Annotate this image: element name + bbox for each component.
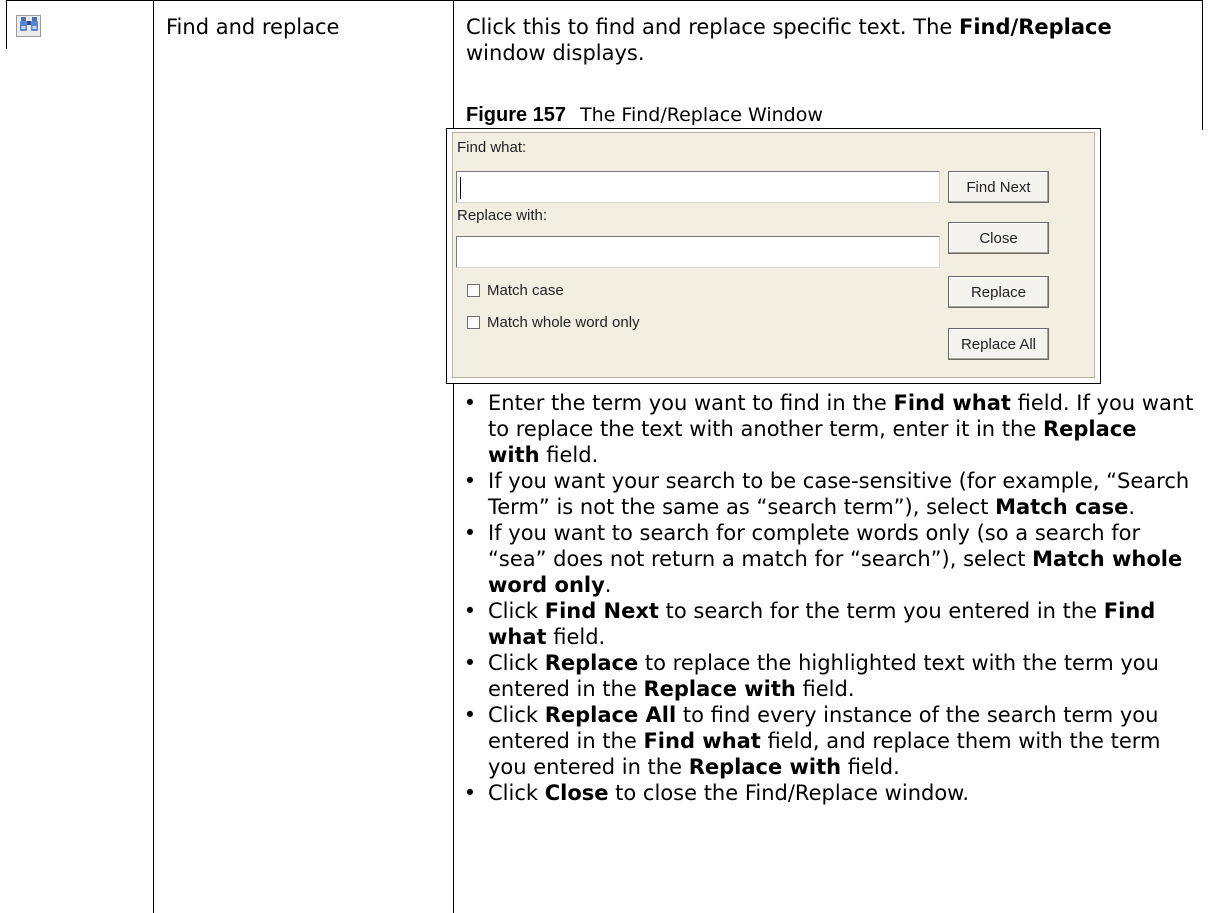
- dialog-body: Find what: Replace with: Match case Matc…: [452, 132, 1095, 378]
- list-item: • Enter the term you want to find in the …: [452, 390, 1194, 468]
- feature-name: Find and replace: [166, 15, 340, 39]
- bullet-icon: •: [463, 703, 477, 727]
- list-item: • Click Find Next to search for the term …: [452, 598, 1194, 650]
- list-text: Click: [488, 599, 545, 623]
- feature-description: Click this to find and replace specific …: [466, 15, 1112, 65]
- find-replace-button[interactable]: [16, 15, 41, 37]
- instructions-list: • Enter the term you want to find in the …: [452, 390, 1194, 806]
- find-what-input[interactable]: [456, 171, 940, 203]
- list-text: field.: [795, 677, 855, 701]
- list-item: • Click Replace All to find every instanc…: [452, 702, 1194, 780]
- match-case-label: Match case: [487, 282, 564, 299]
- replace-with-label: Replace with:: [457, 207, 548, 224]
- text-caret: [460, 177, 461, 199]
- figure-title: The Find/Replace Window: [580, 104, 823, 126]
- list-item: • Click Replace to replace the highlighte…: [452, 650, 1194, 702]
- match-case-checkbox[interactable]: [467, 284, 480, 297]
- figure-number: Figure 157: [466, 104, 567, 126]
- find-what-label: Find what:: [457, 139, 527, 156]
- table-right-border: [1202, 0, 1203, 130]
- find-replace-dialog: Find what: Replace with: Match case Matc…: [446, 128, 1101, 384]
- replace-all-button[interactable]: Replace All: [948, 328, 1049, 360]
- list-text: field.: [841, 755, 900, 779]
- list-text: Enter the term you want to find in the: [488, 391, 894, 415]
- table-column-divider-1: [153, 0, 154, 913]
- bold-term: Replace with: [643, 677, 796, 701]
- list-text: to search for the term you entered in th…: [658, 599, 1104, 623]
- match-whole-word-label: Match whole word only: [487, 314, 640, 331]
- bold-term: Find what: [893, 391, 1011, 415]
- bullet-icon: •: [463, 781, 477, 805]
- list-text: Click: [488, 651, 545, 675]
- find-next-button[interactable]: Find Next: [948, 171, 1049, 203]
- bold-term: Match case: [995, 495, 1129, 519]
- bold-term: Replace: [544, 651, 639, 675]
- bold-term: Find what: [643, 729, 761, 753]
- list-text: .: [604, 573, 612, 597]
- list-text: to close the Find/Replace window.: [608, 781, 970, 805]
- list-item: • If you want to search for complete word…: [452, 520, 1194, 598]
- find-replace-term: Find/Replace: [959, 15, 1112, 39]
- bullet-icon: •: [463, 599, 477, 623]
- match-whole-word-checkbox[interactable]: [467, 316, 480, 329]
- replace-button[interactable]: Replace: [948, 276, 1049, 308]
- list-text: field.: [546, 625, 606, 649]
- close-button[interactable]: Close: [948, 222, 1049, 254]
- list-text: Click: [488, 703, 545, 727]
- replace-with-input[interactable]: [456, 236, 940, 268]
- table-left-border: [6, 0, 7, 49]
- binoculars-icon: [19, 16, 39, 36]
- table-top-border: [6, 0, 1203, 1]
- bullet-icon: •: [463, 391, 477, 415]
- list-text: Click: [488, 781, 545, 805]
- list-item: • If you want your search to be case-sens…: [452, 468, 1194, 520]
- bold-term: Replace All: [544, 703, 677, 727]
- bullet-icon: •: [463, 651, 477, 675]
- bullet-icon: •: [463, 521, 477, 545]
- bold-term: Find Next: [544, 599, 659, 623]
- bold-term: Replace with: [688, 755, 842, 779]
- list-text: field.: [539, 443, 599, 467]
- figure-caption: Figure 157 The Find/Replace Window: [466, 103, 823, 127]
- list-text: .: [1128, 495, 1136, 519]
- bold-term: Close: [544, 781, 609, 805]
- list-item: • Click Close to close the Find/Replace w…: [452, 780, 1194, 806]
- bullet-icon: •: [463, 469, 477, 493]
